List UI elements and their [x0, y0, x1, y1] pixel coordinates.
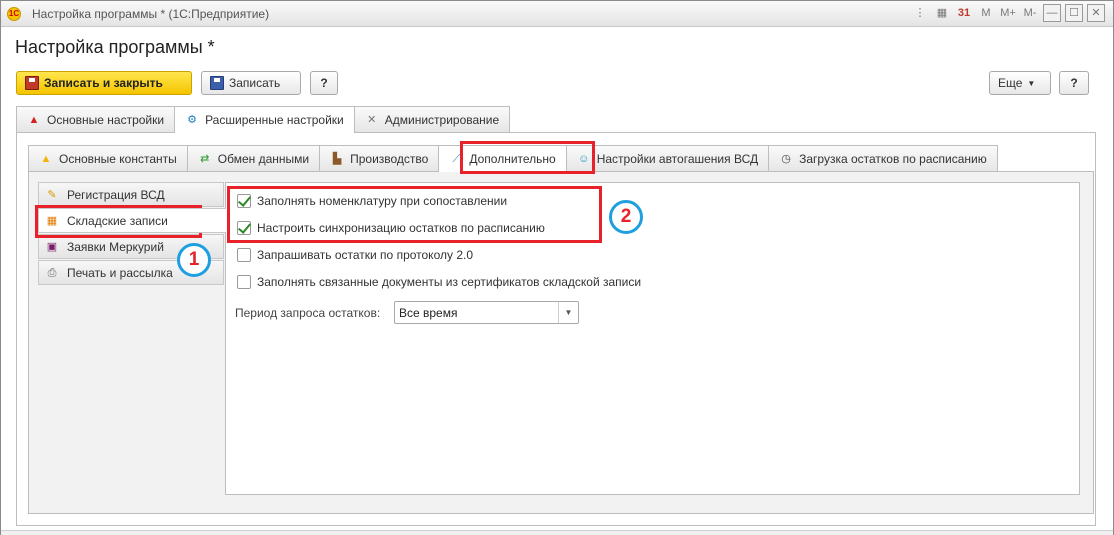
sidebar-item-label: Заявки Меркурий — [67, 239, 164, 254]
tab-label: Загрузка остатков по расписанию — [799, 151, 987, 166]
maximize-icon[interactable]: ☐ — [1065, 4, 1083, 22]
option-label: Заполнять связанные документы из сертифи… — [257, 275, 642, 289]
period-select[interactable]: Все время ▼ — [394, 301, 579, 324]
period-value: Все время — [399, 306, 458, 320]
chevron-down-icon: ▼ — [1027, 78, 1036, 88]
tab-basic-constants[interactable]: ▲ Основные константы — [28, 145, 188, 171]
tab-auto-redeem-vsd[interactable]: ☺ Настройки автогашения ВСД — [565, 145, 770, 171]
gift-icon: ▣ — [46, 240, 58, 253]
sidebar-item-label: Регистрация ВСД — [67, 187, 165, 202]
warning-icon: ▲ — [28, 113, 40, 126]
calculator-icon[interactable]: ▦ — [933, 4, 951, 22]
save-and-close-button[interactable]: Записать и закрыть — [16, 71, 192, 95]
memory-minus-icon[interactable]: M- — [1021, 4, 1039, 22]
memory-plus-icon[interactable]: M+ — [999, 4, 1017, 22]
period-label: Период запроса остатков: — [235, 306, 381, 320]
warning-icon: ▲ — [40, 152, 52, 165]
bottom-strip — [1, 530, 1113, 535]
1c-app-icon[interactable]: 1С — [7, 7, 21, 21]
minimize-icon[interactable]: — — [1043, 4, 1061, 22]
annotation-box-options — [227, 186, 602, 243]
settings-window: 1С Настройка программы * (1С:Предприятие… — [0, 0, 1114, 535]
sync-icon: ⇄ — [200, 152, 210, 165]
tab-scheduled-stock-load[interactable]: ◷ Загрузка остатков по расписанию — [768, 145, 998, 171]
memory-icon[interactable]: M — [977, 4, 995, 22]
tab-label: Администрирование — [384, 112, 500, 127]
tab-label: Расширенные настройки — [205, 113, 344, 127]
tab-data-exchange[interactable]: ⇄ Обмен данными — [186, 145, 321, 171]
tab-label: Основные константы — [59, 151, 177, 166]
option-fill-linked-documents[interactable]: Заполнять связанные документы из сертифи… — [237, 275, 641, 289]
dropdown-arrow-icon[interactable]: ▼ — [558, 302, 578, 323]
clock-icon: ◷ — [781, 152, 791, 165]
checkbox-unchecked[interactable] — [237, 248, 251, 262]
tab-label: Обмен данными — [217, 151, 310, 166]
factory-icon: ▙ — [332, 152, 342, 165]
sidebar-item-vsd-registration[interactable]: ✎ Регистрация ВСД — [38, 182, 224, 207]
more-button[interactable]: Еще ▼ — [989, 71, 1051, 95]
form-title: Настройка программы * — [15, 37, 215, 57]
tools-icon: ✕ — [367, 113, 377, 126]
annotation-marker-1: 1 — [177, 243, 211, 277]
tab-label: Основные настройки — [47, 112, 165, 127]
calendar-icon[interactable]: 31 — [955, 4, 973, 22]
help-button[interactable]: ? — [310, 71, 338, 95]
sidebar-item-label: Складские записи — [67, 213, 168, 228]
window-title: Настройка программы * (1С:Предприятие) — [32, 7, 270, 21]
more-icon[interactable]: ⋮ — [911, 4, 929, 22]
stamp-icon: ✎ — [47, 188, 57, 201]
close-icon[interactable]: ✕ — [1087, 4, 1105, 22]
tab-label: Производство — [350, 151, 429, 166]
more-label: Еще — [998, 76, 1023, 90]
boxes-icon: ▦ — [46, 214, 58, 227]
save-disk-icon — [25, 76, 39, 90]
save-button[interactable]: Записать — [201, 71, 301, 95]
annotation-box-tab — [460, 141, 595, 174]
annotation-marker-2: 2 — [609, 200, 643, 234]
tab-production[interactable]: ▙ Производство — [319, 145, 440, 171]
window-titlebar: 1С Настройка программы * (1С:Предприятие… — [1, 1, 1113, 27]
save-label: Записать — [229, 76, 281, 90]
printer-icon: ⎙ — [47, 266, 57, 279]
sidebar-item-warehouse-records[interactable]: ▦ Складские записи — [38, 208, 226, 233]
help-button-right[interactable]: ? — [1059, 71, 1089, 95]
tab-extended-settings[interactable]: ⚙ Расширенные настройки — [174, 106, 355, 133]
sidebar-item-label: Печать и рассылка — [67, 265, 173, 280]
save-and-close-label: Записать и закрыть — [44, 76, 163, 90]
option-request-stock-protocol2[interactable]: Запрашивать остатки по протоколу 2.0 — [237, 248, 473, 262]
checkbox-unchecked[interactable] — [237, 275, 251, 289]
tab-label: Настройки автогашения ВСД — [596, 151, 759, 166]
tab-administration[interactable]: ✕ Администрирование — [353, 106, 511, 132]
tab-basic-settings[interactable]: ▲ Основные настройки — [16, 106, 176, 132]
option-label: Запрашивать остатки по протоколу 2.0 — [257, 248, 473, 262]
network-icon: ⚙ — [187, 114, 198, 126]
save-disk-icon — [210, 76, 224, 90]
